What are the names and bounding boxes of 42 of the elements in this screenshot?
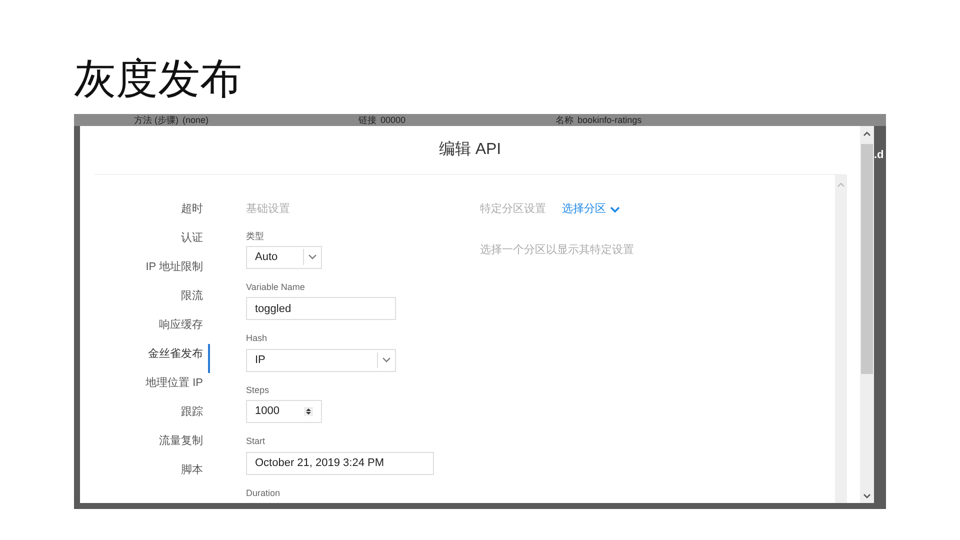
select-field[interactable]: IP bbox=[246, 348, 396, 372]
dialog-title: 编辑 API bbox=[438, 140, 502, 160]
input-field[interactable]: toggled bbox=[246, 297, 396, 320]
number-field[interactable]: 1000 bbox=[246, 400, 322, 424]
background-label: 方法 (步骤) bbox=[134, 114, 178, 126]
chevron-down-icon bbox=[610, 206, 620, 213]
scroll-down-icon[interactable] bbox=[863, 492, 871, 500]
background-value: 00000 bbox=[380, 114, 406, 126]
field-label: Hash bbox=[246, 332, 268, 346]
scrollbar[interactable] bbox=[835, 175, 847, 503]
nav-item[interactable]: 跟踪 bbox=[181, 402, 210, 431]
scrollbar[interactable] bbox=[860, 126, 874, 503]
nav-item[interactable]: 流量复制 bbox=[159, 431, 210, 460]
background-text: .d bbox=[874, 148, 885, 163]
chevron-down-icon bbox=[308, 254, 317, 260]
field-label: Start bbox=[246, 435, 266, 448]
background-value: bookinfo-ratings bbox=[578, 114, 642, 126]
nav-item[interactable]: 限流 bbox=[181, 286, 210, 315]
field-label: Duration bbox=[246, 486, 282, 500]
field-label: 类型 bbox=[246, 230, 265, 242]
background-label: 名称 bbox=[556, 114, 574, 126]
nav-item[interactable]: 超时 bbox=[181, 199, 210, 228]
nav-item[interactable]: 认证 bbox=[181, 228, 210, 257]
background-value: (none) bbox=[182, 114, 209, 126]
nav-item[interactable]: 脚本 bbox=[181, 460, 210, 489]
field-label: Steps bbox=[246, 384, 270, 397]
field-label: Variable Name bbox=[246, 280, 306, 294]
nav-item[interactable]: 金丝雀发布 bbox=[148, 344, 210, 373]
chevron-down-icon bbox=[382, 357, 391, 364]
nav-item[interactable]: IP 地址限制 bbox=[146, 257, 210, 286]
section-heading: 特定分区设置 bbox=[480, 202, 546, 217]
partition-dropdown[interactable]: 选择分区 bbox=[562, 201, 620, 218]
select-field[interactable]: Auto bbox=[246, 246, 322, 269]
nav-item[interactable]: 地理位置 IP bbox=[146, 373, 210, 402]
slide-title: 灰度发布 bbox=[74, 58, 243, 104]
nav-item[interactable]: 响应缓存 bbox=[159, 315, 210, 344]
hint-text: 选择一个分区以显示其特定设置 bbox=[480, 242, 635, 258]
spinner-icon[interactable] bbox=[304, 407, 313, 416]
scroll-up-icon[interactable] bbox=[863, 130, 871, 138]
input-field[interactable]: October 21, 2019 3:24 PM bbox=[246, 452, 434, 475]
section-heading: 基础设置 bbox=[246, 202, 291, 217]
background-label: 链接 bbox=[358, 114, 377, 126]
